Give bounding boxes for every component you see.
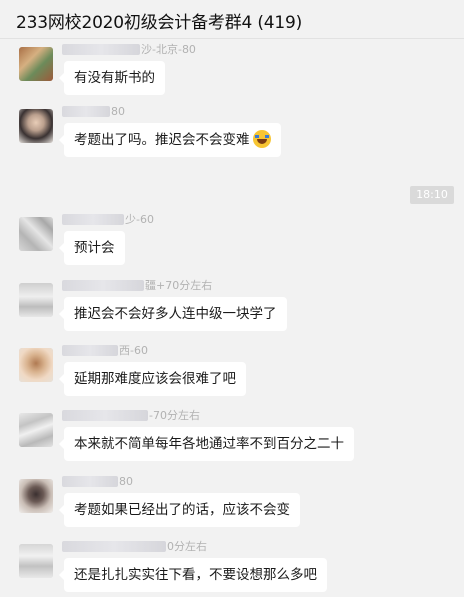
- message-bubble[interactable]: 延期那难度应该会很难了吧: [59, 362, 246, 396]
- message-item: 沙-北京-80 有没有斯书的: [0, 42, 464, 112]
- chat-header: 233网校2020初级会计备考群4 (419): [0, 0, 464, 39]
- message-bubble[interactable]: 考题如果已经出了的话，应该不会变: [59, 493, 300, 527]
- message-item: 西-60 延期那难度应该会很难了吧: [0, 343, 464, 413]
- sender-name: 少-60: [62, 212, 154, 226]
- sender-avatar[interactable]: [19, 217, 53, 251]
- message-item: 80 考题如果已经出了的话，应该不会变: [0, 474, 464, 544]
- message-item: 0分左右 还是扎扎实实往下看，不要设想那么多吧: [0, 539, 464, 597]
- message-bubble[interactable]: 推迟会不会好多人连中级一块学了: [59, 297, 287, 331]
- sender-avatar[interactable]: [19, 479, 53, 513]
- sender-name: 0分左右: [62, 539, 207, 553]
- message-item: -70分左右 本来就不简单每年各地通过率不到百分之二十: [0, 408, 464, 478]
- sender-avatar[interactable]: [19, 47, 53, 81]
- message-bubble[interactable]: 考题出了吗。推迟会不会变难: [59, 123, 281, 157]
- message-item: 疆+70分左右 推迟会不会好多人连中级一块学了: [0, 278, 464, 348]
- sender-name: 疆+70分左右: [62, 278, 212, 292]
- message-text: 考题出了吗。推迟会不会变难: [74, 132, 250, 148]
- message-bubble[interactable]: 本来就不简单每年各地通过率不到百分之二十: [59, 427, 354, 461]
- sender-name: 沙-北京-80: [62, 42, 196, 56]
- message-bubble[interactable]: 还是扎扎实实往下看，不要设想那么多吧: [59, 558, 327, 592]
- group-title: 233网校2020初级会计备考群4 (419): [16, 13, 303, 33]
- message-bubble[interactable]: 有没有斯书的: [59, 61, 165, 95]
- message-bubble[interactable]: 预计会: [59, 231, 125, 265]
- sender-avatar[interactable]: [19, 544, 53, 578]
- sender-avatar[interactable]: [19, 283, 53, 317]
- sender-name: -70分左右: [62, 408, 200, 422]
- sender-name: 80: [62, 104, 125, 118]
- message-item: 少-60 预计会: [0, 212, 464, 282]
- sender-avatar[interactable]: [19, 413, 53, 447]
- sender-name: 西-60: [62, 343, 148, 357]
- sender-name: 80: [62, 474, 133, 488]
- message-item: 80 考题出了吗。推迟会不会变难: [0, 104, 464, 174]
- timestamp-divider: 18:10: [410, 186, 454, 204]
- chat-window: 233网校2020初级会计备考群4 (419) 沙-北京-80 有没有斯书的 8…: [0, 0, 464, 597]
- sender-avatar[interactable]: [19, 348, 53, 382]
- face-with-tears-of-joy-icon: [252, 130, 271, 148]
- sender-avatar[interactable]: [19, 109, 53, 143]
